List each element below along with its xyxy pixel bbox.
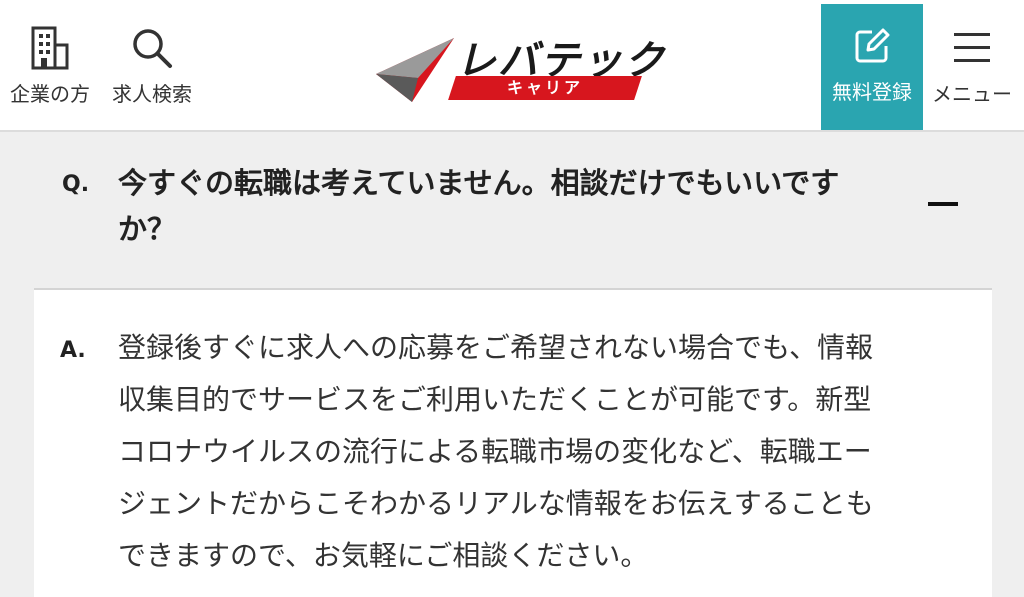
answer-prefix: A. (60, 338, 86, 363)
edit-icon (855, 28, 890, 63)
menu-label: メニュー (932, 82, 1012, 106)
nav-company-label: 企業の方 (10, 82, 90, 106)
answer-text: 登録後すぐに求人への応募をご希望されない場合でも、情報収集目的でサービスをご利用… (118, 331, 874, 572)
menu-button[interactable]: メニュー (926, 24, 1018, 114)
faq-answer: A. 登録後すぐに求人への応募をご希望されない場合でも、情報収集目的でサービスを… (34, 288, 992, 597)
nav-search-button[interactable]: 求人検索 (106, 24, 198, 114)
free-register-button[interactable]: 無料登録 (821, 4, 923, 130)
hamburger-icon (954, 33, 990, 62)
question-prefix: Q. (62, 172, 90, 197)
faq-question[interactable]: Q. 今すぐの転職は考えていません。相談だけでもいいですか？ (0, 134, 1024, 288)
site-logo[interactable]: レバテック キャリア (374, 28, 664, 106)
logo-sub-banner: キャリア (448, 76, 642, 100)
search-icon (133, 29, 172, 68)
logo-mark-icon (376, 38, 454, 102)
site-header: 企業の方 求人検索 レバテック キャリア 無料登録 メニュー (0, 0, 1024, 132)
question-text: 今すぐの転職は考えていません。相談だけでもいいですか？ (118, 166, 840, 246)
nav-search-label: 求人検索 (112, 82, 192, 106)
collapse-minus-icon[interactable] (928, 202, 958, 206)
building-icon (31, 26, 69, 70)
nav-company-button[interactable]: 企業の方 (4, 24, 96, 114)
free-register-label: 無料登録 (832, 80, 912, 104)
logo-sub-text: キャリア (506, 78, 583, 97)
